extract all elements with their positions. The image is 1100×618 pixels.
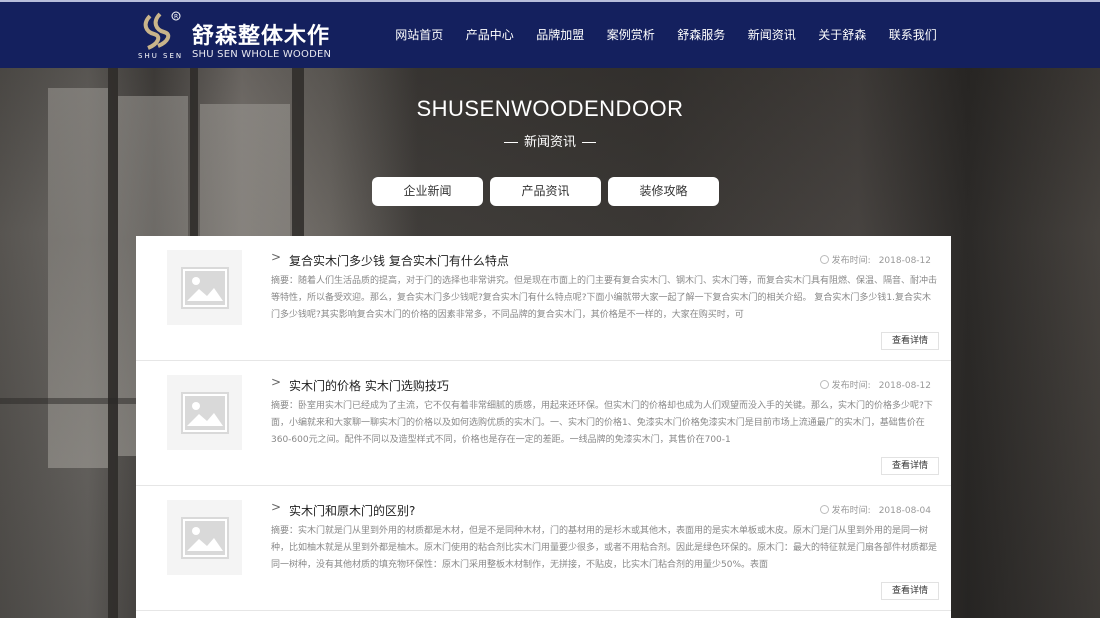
view-details-button[interactable]: 查看详情 — [881, 457, 939, 475]
news-item[interactable]: > 复合实木门多少钱 复合实木门有什么特点 发布时间: 2018-08-12 摘要… — [136, 236, 951, 361]
logo-name-cn: 舒森整体木作 — [192, 23, 331, 49]
dash-right — [582, 142, 596, 143]
tab-decoration-tips[interactable]: 装修攻略 — [608, 177, 719, 206]
tab-product-news[interactable]: 产品资讯 — [490, 177, 601, 206]
view-details-button[interactable]: 查看详情 — [881, 332, 939, 350]
site-logo[interactable]: R SHU SEN 舒森整体木作 SHU SEN WHOLE WOODEN — [136, 10, 336, 62]
nav-item-contact[interactable]: 联系我们 — [878, 26, 949, 43]
image-placeholder-icon — [180, 391, 229, 434]
date-value: 2018-08-12 — [878, 381, 931, 391]
nav-item-products[interactable]: 产品中心 — [455, 26, 526, 43]
hero-title: SHUSENWOODENDOOR — [416, 96, 684, 121]
nav-item-franchise[interactable]: 品牌加盟 — [525, 26, 596, 43]
news-title[interactable]: 实木门的价格 实木门选购技巧 — [289, 377, 449, 394]
hero-subtitle-text: 新闻资讯 — [523, 135, 576, 150]
news-summary: 摘要：卧室用实木门已经成为了主流，它不仅有着非常细腻的质感，用起来还环保。但实木… — [271, 401, 933, 445]
news-thumbnail[interactable] — [167, 375, 242, 450]
clock-icon — [819, 380, 829, 389]
news-title[interactable]: 实木门和原木门的区别? — [289, 502, 415, 519]
news-summary: 摘要：实木门就是门从里到外用的材质都是木材，但是不是同种木材，门的基材用的是杉木… — [271, 526, 938, 570]
main-nav: 网站首页 产品中心 品牌加盟 案例赏析 舒森服务 新闻资讯 关于舒森 联系我们 — [384, 26, 948, 43]
news-item[interactable]: > 实木门的价格 实木门选购技巧 发布时间: 2018-08-12 摘要：卧室用实… — [136, 361, 951, 486]
news-list: > 复合实木门多少钱 复合实木门有什么特点 发布时间: 2018-08-12 摘要… — [136, 236, 951, 618]
logo-mark-caption: SHU SEN — [138, 52, 184, 60]
news-title[interactable]: 复合实木门多少钱 复合实木门有什么特点 — [289, 252, 509, 269]
chevron-right-icon: > — [271, 375, 282, 389]
clock-icon — [819, 505, 829, 514]
site-header: R SHU SEN 舒森整体木作 SHU SEN WHOLE WOODEN 网站… — [0, 0, 1100, 68]
tab-company-news[interactable]: 企业新闻 — [372, 177, 483, 206]
clock-icon — [819, 255, 829, 264]
news-date: 发布时间: 2018-08-12 — [819, 378, 931, 391]
svg-text:R: R — [174, 14, 178, 21]
nav-item-home[interactable]: 网站首页 — [384, 26, 455, 43]
news-thumbnail[interactable] — [167, 500, 242, 575]
nav-item-about[interactable]: 关于舒森 — [807, 26, 878, 43]
news-thumbnail[interactable] — [167, 250, 242, 325]
logo-name-en: SHU SEN WHOLE WOODEN — [192, 49, 332, 60]
category-tabs: 企业新闻 产品资讯 装修攻略 — [372, 177, 726, 206]
dash-left — [503, 142, 518, 143]
nav-item-cases[interactable]: 案例赏析 — [596, 26, 667, 43]
date-value: 2018-08-12 — [878, 256, 931, 266]
chevron-right-icon: > — [271, 500, 282, 514]
hero-subtitle: 新闻资讯 — [0, 131, 1100, 150]
image-placeholder-icon — [180, 516, 229, 559]
date-value: 2018-08-04 — [878, 506, 931, 516]
nav-item-service[interactable]: 舒森服务 — [666, 26, 737, 43]
window-frame — [108, 68, 118, 618]
news-summary: 摘要：随着人们生活品质的提高，对于门的选择也非常讲究。但是现在市面上的门主要有复… — [271, 276, 938, 320]
view-details-button[interactable]: 查看详情 — [881, 582, 939, 600]
image-placeholder-icon — [180, 266, 229, 309]
chevron-right-icon: > — [271, 250, 282, 264]
date-label: 发布时间: — [831, 506, 871, 516]
nav-item-news[interactable]: 新闻资讯 — [737, 26, 808, 43]
news-date: 发布时间: 2018-08-04 — [819, 503, 931, 516]
news-item[interactable]: > 实木门和原木门的区别? 发布时间: 2018-08-04 摘要：实木门就是门从… — [136, 486, 951, 611]
news-date: 发布时间: 2018-08-12 — [819, 253, 931, 266]
date-label: 发布时间: — [831, 381, 871, 391]
date-label: 发布时间: — [831, 256, 871, 266]
